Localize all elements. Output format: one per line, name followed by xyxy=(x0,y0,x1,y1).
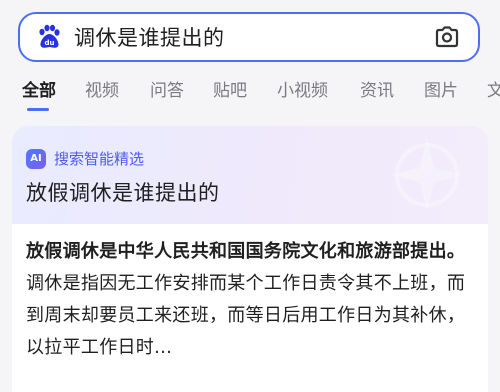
tab-short-video[interactable]: 小视频 xyxy=(277,78,328,104)
ai-answer-text[interactable]: 放假调休是中华人民共和国国务院文化和旅游部提出。调休是指因无工作安排而某个工作日… xyxy=(26,236,478,364)
tab-video[interactable]: 视频 xyxy=(85,78,119,104)
tab-qa[interactable]: 问答 xyxy=(150,78,184,104)
ai-card-header: AI 搜索智能精选 放假调休是谁提出的 xyxy=(12,126,488,224)
ai-answer-card[interactable]: AI 搜索智能精选 放假调休是谁提出的 放假调休是中华人民共和国国务院文化和旅游… xyxy=(12,126,488,392)
answer-highlight: 放假调休是中华人民共和国国务院文化和旅游部提出。 xyxy=(26,241,466,262)
category-tabs: 全部 视频 问答 贴吧 小视频 资讯 图片 文 xyxy=(0,78,500,108)
answer-body: 调休是指因无工作安排而某个工作日责令其不上班，而到周末却要员工来还班，而等日后用… xyxy=(26,273,466,358)
search-results-page: du 调休是谁提出的 全部 视频 问答 贴吧 小视频 资讯 图片 文 AI 搜索… xyxy=(0,0,500,392)
tab-more[interactable]: 文 xyxy=(487,78,500,104)
question-title[interactable]: 放假调休是谁提出的 xyxy=(26,178,220,208)
ai-watermark-icon xyxy=(390,138,464,212)
search-bar[interactable]: du 调休是谁提出的 xyxy=(18,12,480,62)
baidu-paw-icon[interactable]: du xyxy=(36,24,62,50)
ai-badge-icon: AI xyxy=(26,149,46,169)
tab-news[interactable]: 资讯 xyxy=(360,78,394,104)
tab-images[interactable]: 图片 xyxy=(424,78,458,104)
svg-text:du: du xyxy=(45,39,55,47)
camera-icon[interactable] xyxy=(432,22,462,52)
active-tab-indicator xyxy=(27,108,49,111)
search-input[interactable]: 调休是谁提出的 xyxy=(74,22,432,52)
tab-all[interactable]: 全部 xyxy=(22,78,56,104)
ai-section-label: 搜索智能精选 xyxy=(54,150,145,168)
tab-tieba[interactable]: 贴吧 xyxy=(213,78,247,104)
